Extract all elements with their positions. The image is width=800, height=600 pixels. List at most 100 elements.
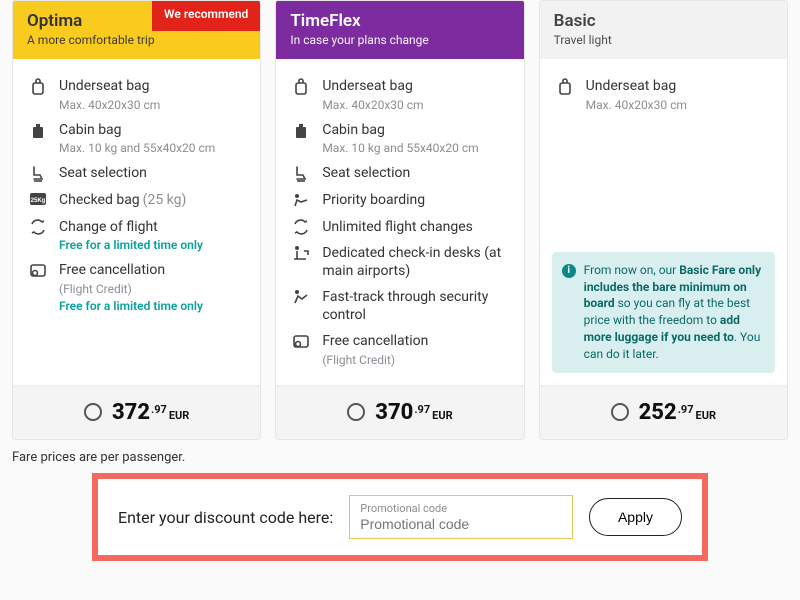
feature-text: Free cancellation <box>59 262 165 278</box>
bag-underseat-icon <box>556 78 574 96</box>
notice-text: From now on, our <box>584 263 680 277</box>
price-row: 372.97EUR <box>13 385 260 440</box>
bag-checked-icon: 25Kg <box>29 192 47 206</box>
feature-promo: Free for a limited time only <box>59 299 203 314</box>
feature-item: Unlimited flight changes <box>292 219 507 237</box>
promo-placeholder: Promotional code <box>360 502 562 515</box>
price-currency: EUR <box>169 409 190 422</box>
feature-list: Underseat bag Max. 40x20x30 cm Cabin bag Ma… <box>276 59 523 385</box>
bag-cabin-icon <box>29 122 47 140</box>
bag-cabin-icon <box>292 122 310 140</box>
seat-icon <box>29 165 47 183</box>
feature-item: Free cancellation (Flight Credit) <box>292 333 507 368</box>
feature-text: Dedicated check-in desks (at main airpor… <box>322 245 501 279</box>
feature-item: Cabin bag Max. 10 kg and 55x40x20 cm <box>29 122 244 157</box>
card-title: TimeFlex <box>290 11 509 31</box>
feature-detail: Max. 10 kg and 55x40x20 cm <box>59 141 215 156</box>
card-header: TimeFlex In case your plans change <box>276 1 523 59</box>
fare-card-basic: Basic Travel light Underseat bag Max. 40x20… <box>539 0 788 440</box>
feature-text: Cabin bag <box>59 122 122 138</box>
feature-item: Seat selection <box>292 165 507 183</box>
fare-notice: iFrom now on, our Basic Fare only includ… <box>552 252 775 373</box>
card-header: Basic Travel light <box>540 1 787 59</box>
price-decimal: .97 <box>678 403 694 416</box>
svg-text:25Kg: 25Kg <box>31 198 46 204</box>
feature-text: Free cancellation <box>322 333 428 349</box>
promo-input[interactable] <box>360 515 562 532</box>
feature-text: Priority boarding <box>322 192 425 208</box>
price-select[interactable]: 370.97EUR <box>347 400 452 425</box>
price-whole: 370 <box>375 400 413 425</box>
price-currency: EUR <box>432 409 453 422</box>
fare-card-optima: We recommendOptimaA more comfortable tri… <box>12 0 261 440</box>
feature-text: Cabin bag <box>322 122 385 138</box>
price-select[interactable]: 252.97EUR <box>611 400 716 425</box>
feature-promo: Free for a limited time only <box>59 238 203 253</box>
recommend-ribbon: We recommend <box>152 1 260 31</box>
info-icon: i <box>562 264 576 278</box>
feature-item: 25Kg Checked bag(25 kg) <box>29 192 244 210</box>
feature-item: Underseat bag Max. 40x20x30 cm <box>556 78 771 113</box>
feature-detail: Max. 10 kg and 55x40x20 cm <box>322 141 478 156</box>
card-subtitle: A more comfortable trip <box>27 33 246 47</box>
feature-item: Priority boarding <box>292 192 507 210</box>
feature-item: Underseat bag Max. 40x20x30 cm <box>292 78 507 113</box>
desk-icon <box>292 245 310 261</box>
feature-text: Underseat bag <box>322 78 413 94</box>
price-whole: 372 <box>112 400 150 425</box>
seat-icon <box>292 165 310 183</box>
feature-detail: (Flight Credit) <box>322 353 428 368</box>
price-whole: 252 <box>639 400 677 425</box>
bag-underseat-icon <box>292 78 310 96</box>
card-subtitle: Travel light <box>554 33 773 47</box>
promo-code-box: Enter your discount code here: Promotion… <box>92 473 708 561</box>
feature-text: Change of flight <box>59 219 158 235</box>
feature-text: Seat selection <box>322 165 410 181</box>
feature-item: Fast-track through security control <box>292 289 507 324</box>
price-decimal: .97 <box>414 403 430 416</box>
feature-item: Underseat bag Max. 40x20x30 cm <box>29 78 244 113</box>
feature-text: Underseat bag <box>59 78 150 94</box>
cancel-icon <box>292 333 310 349</box>
cancel-icon <box>29 262 47 278</box>
radio-icon[interactable] <box>611 403 629 421</box>
fare-footnote: Fare prices are per passenger. <box>12 450 788 465</box>
feature-text: Checked bag <box>59 192 140 208</box>
fare-card-timeflex: TimeFlex In case your plans change Underse… <box>275 0 524 440</box>
promo-input-wrap[interactable]: Promotional code <box>349 495 573 539</box>
feature-detail: Max. 40x20x30 cm <box>59 98 160 113</box>
promo-label: Enter your discount code here: <box>118 508 333 527</box>
card-subtitle: In case your plans change <box>290 33 509 47</box>
price-decimal: .97 <box>151 403 167 416</box>
fasttrack-icon <box>292 289 310 305</box>
feature-item: Seat selection <box>29 165 244 183</box>
feature-text: Underseat bag <box>586 78 677 94</box>
feature-list: Underseat bag Max. 40x20x30 cm <box>540 59 787 242</box>
feature-item: Dedicated check-in desks (at main airpor… <box>292 245 507 280</box>
feature-text: Unlimited flight changes <box>322 219 473 235</box>
feature-text: Seat selection <box>59 165 147 181</box>
change-icon <box>29 219 47 235</box>
feature-list: Underseat bag Max. 40x20x30 cm Cabin bag Ma… <box>13 59 260 385</box>
radio-icon[interactable] <box>347 403 365 421</box>
card-title: Basic <box>554 11 773 31</box>
radio-icon[interactable] <box>84 403 102 421</box>
card-header: We recommendOptimaA more comfortable tri… <box>13 1 260 59</box>
fare-cards: We recommendOptimaA more comfortable tri… <box>12 0 788 440</box>
apply-button[interactable]: Apply <box>589 498 682 536</box>
priority-icon <box>292 192 310 208</box>
price-select[interactable]: 372.97EUR <box>84 400 189 425</box>
feature-text: Fast-track through security control <box>322 289 488 323</box>
price-currency: EUR <box>696 409 717 422</box>
feature-item: Free cancellation (Flight Credit) Free for… <box>29 262 244 314</box>
change-icon <box>292 219 310 235</box>
price-row: 252.97EUR <box>540 385 787 440</box>
feature-item: Cabin bag Max. 10 kg and 55x40x20 cm <box>292 122 507 157</box>
bag-underseat-icon <box>29 78 47 96</box>
feature-detail: (Flight Credit) <box>59 282 203 297</box>
feature-item: Change of flight Free for a limited time … <box>29 219 244 254</box>
price-row: 370.97EUR <box>276 385 523 440</box>
feature-detail: Max. 40x20x30 cm <box>322 98 423 113</box>
feature-detail: (25 kg) <box>143 192 187 208</box>
feature-detail: Max. 40x20x30 cm <box>586 98 687 113</box>
